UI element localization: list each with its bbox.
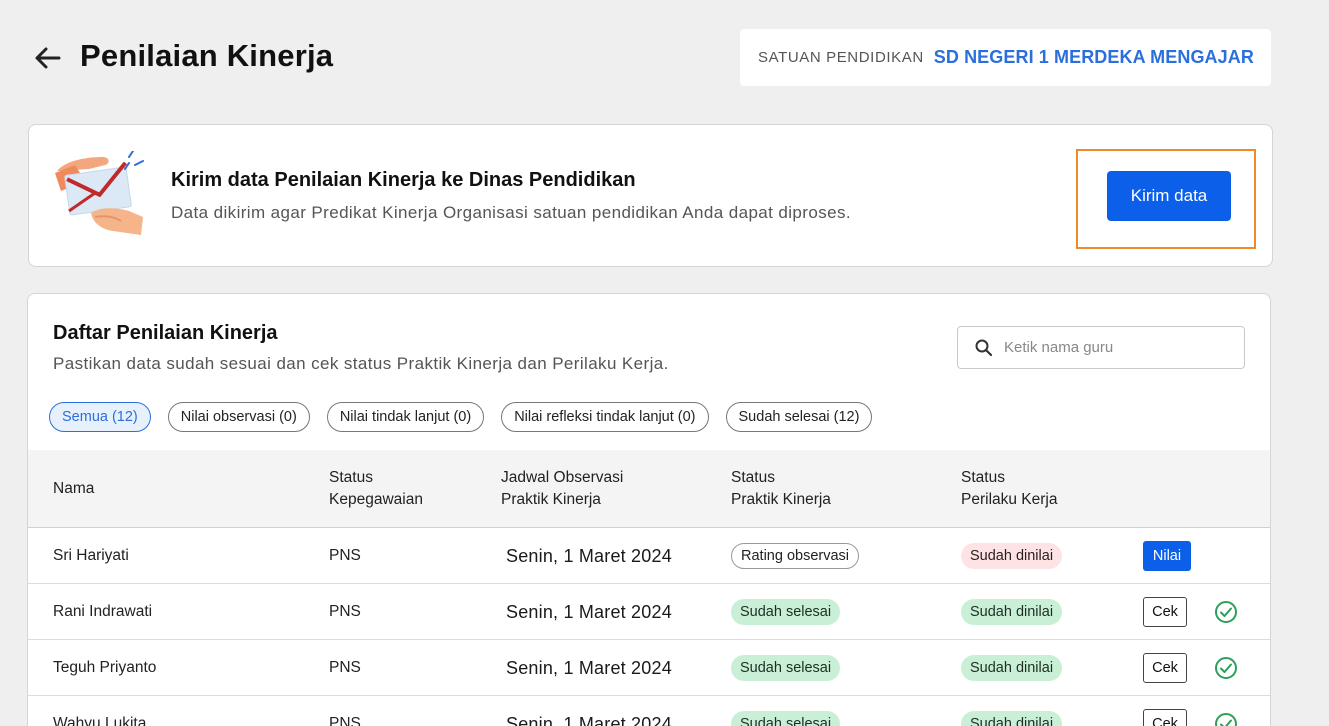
column-header-line: Praktik Kinerja bbox=[731, 491, 831, 508]
top-bar: Penilaian Kinerja SATUAN PENDIDIKAN SD N… bbox=[0, 0, 1329, 110]
status-badge: Sudah selesai bbox=[731, 655, 841, 681]
table-row: Rani Indrawati PNS Senin, 1 Maret 2024 S… bbox=[28, 584, 1270, 640]
filter-chip-sudah-selesai[interactable]: Sudah selesai (12) bbox=[725, 402, 873, 432]
send-card-title: Kirim data Penilaian Kinerja ke Dinas Pe… bbox=[171, 169, 636, 191]
cell-schedule: Senin, 1 Maret 2024 bbox=[506, 657, 672, 678]
filter-chip-nilai-refleksi[interactable]: Nilai refleksi tindak lanjut (0) bbox=[501, 402, 709, 432]
table-row: Teguh Priyanto PNS Senin, 1 Maret 2024 S… bbox=[28, 640, 1270, 696]
cell-behavior-status: Sudah dinilai bbox=[961, 696, 1063, 726]
filter-chip-nilai-tindak-lanjut[interactable]: Nilai tindak lanjut (0) bbox=[326, 402, 485, 432]
status-badge: Sudah dinilai bbox=[961, 599, 1063, 625]
column-header-line: Perilaku Kerja bbox=[961, 491, 1058, 508]
school-info: SATUAN PENDIDIKAN SD NEGERI 1 MERDEKA ME… bbox=[740, 29, 1271, 86]
arrow-left-icon[interactable] bbox=[32, 42, 64, 74]
cell-behavior-status: Sudah dinilai bbox=[961, 640, 1063, 696]
status-badge: Sudah selesai bbox=[731, 711, 841, 726]
search-icon bbox=[975, 339, 993, 356]
column-header-line: Kepegawaian bbox=[329, 491, 423, 508]
status-badge: Sudah selesai bbox=[731, 599, 841, 625]
cell-schedule: Senin, 1 Maret 2024 bbox=[506, 545, 672, 566]
cell-schedule: Senin, 1 Maret 2024 bbox=[506, 713, 672, 726]
school-label: SATUAN PENDIDIKAN bbox=[758, 49, 924, 66]
list-subtitle: Pastikan data sudah sesuai dan cek statu… bbox=[53, 354, 669, 373]
status-badge: Sudah dinilai bbox=[961, 655, 1063, 681]
column-header-praktik: Status Praktik Kinerja bbox=[731, 467, 831, 511]
cell-action: Cek bbox=[1143, 584, 1187, 640]
table-header: Nama Status Kepegawaian Jadwal Observasi… bbox=[28, 450, 1270, 528]
status-badge: Sudah dinilai bbox=[961, 711, 1063, 726]
cell-name: Teguh Priyanto bbox=[53, 659, 157, 676]
cell-employment: PNS bbox=[329, 547, 361, 564]
column-header-line: Jadwal Observasi bbox=[501, 469, 624, 486]
table-row: Wahyu Lukita PNS Senin, 1 Maret 2024 Sud… bbox=[28, 696, 1270, 726]
list-title: Daftar Penilaian Kinerja bbox=[53, 322, 278, 344]
filter-chip-nilai-observasi[interactable]: Nilai observasi (0) bbox=[167, 402, 310, 432]
kirim-data-button[interactable]: Kirim data bbox=[1107, 171, 1231, 221]
send-card-description: Data dikirim agar Predikat Kinerja Organ… bbox=[171, 203, 851, 222]
search-box[interactable] bbox=[957, 326, 1245, 369]
cell-employment: PNS bbox=[329, 659, 361, 676]
cell-schedule: Senin, 1 Maret 2024 bbox=[506, 601, 672, 622]
cell-name: Sri Hariyati bbox=[53, 547, 129, 564]
column-header-perilaku: Status Perilaku Kerja bbox=[961, 467, 1058, 511]
filter-chip-semua[interactable]: Semua (12) bbox=[49, 402, 151, 432]
column-header-line: Status bbox=[329, 469, 373, 486]
filter-chips: Semua (12) Nilai observasi (0) Nilai tin… bbox=[49, 402, 873, 432]
send-data-card: Kirim data Penilaian Kinerja ke Dinas Pe… bbox=[28, 124, 1273, 267]
cell-behavior-status: Sudah dinilai bbox=[961, 584, 1063, 640]
cell-practice-status: Rating observasi bbox=[731, 528, 859, 584]
table-row: Sri Hariyati PNS Senin, 1 Maret 2024 Rat… bbox=[28, 528, 1270, 584]
cell-practice-status: Sudah selesai bbox=[731, 640, 841, 696]
cell-employment: PNS bbox=[329, 603, 361, 620]
column-header-line: Status bbox=[731, 469, 775, 486]
search-input[interactable] bbox=[1004, 339, 1234, 356]
status-badge: Rating observasi bbox=[731, 543, 859, 569]
status-badge: Sudah dinilai bbox=[961, 543, 1063, 569]
cek-button[interactable]: Cek bbox=[1143, 709, 1187, 726]
check-circle-icon bbox=[1215, 657, 1237, 679]
envelope-illustration bbox=[55, 151, 144, 235]
cell-behavior-status: Sudah dinilai bbox=[961, 528, 1063, 584]
column-header-kepegawaian: Status Kepegawaian bbox=[329, 467, 423, 511]
cell-name: Wahyu Lukita bbox=[53, 715, 147, 726]
cell-action: Nilai bbox=[1143, 528, 1191, 584]
performance-list-card: Daftar Penilaian Kinerja Pastikan data s… bbox=[27, 293, 1271, 726]
cek-button[interactable]: Cek bbox=[1143, 653, 1187, 683]
school-name: SD NEGERI 1 MERDEKA MENGAJAR bbox=[933, 47, 1254, 67]
cell-name: Rani Indrawati bbox=[53, 603, 153, 620]
cell-action: Cek bbox=[1143, 696, 1187, 726]
column-header-jadwal: Jadwal Observasi Praktik Kinerja bbox=[501, 467, 623, 511]
column-header-nama: Nama bbox=[53, 480, 95, 497]
column-header-line: Status bbox=[961, 469, 1005, 486]
cek-button[interactable]: Cek bbox=[1143, 597, 1187, 627]
cell-practice-status: Sudah selesai bbox=[731, 584, 841, 640]
column-header-line: Praktik Kinerja bbox=[501, 491, 601, 508]
cell-action: Cek bbox=[1143, 640, 1187, 696]
nilai-button[interactable]: Nilai bbox=[1143, 541, 1191, 571]
cell-practice-status: Sudah selesai bbox=[731, 696, 841, 726]
check-circle-icon bbox=[1215, 713, 1237, 726]
page-title: Penilaian Kinerja bbox=[80, 38, 334, 73]
check-circle-icon bbox=[1215, 601, 1237, 623]
cell-employment: PNS bbox=[329, 715, 361, 726]
